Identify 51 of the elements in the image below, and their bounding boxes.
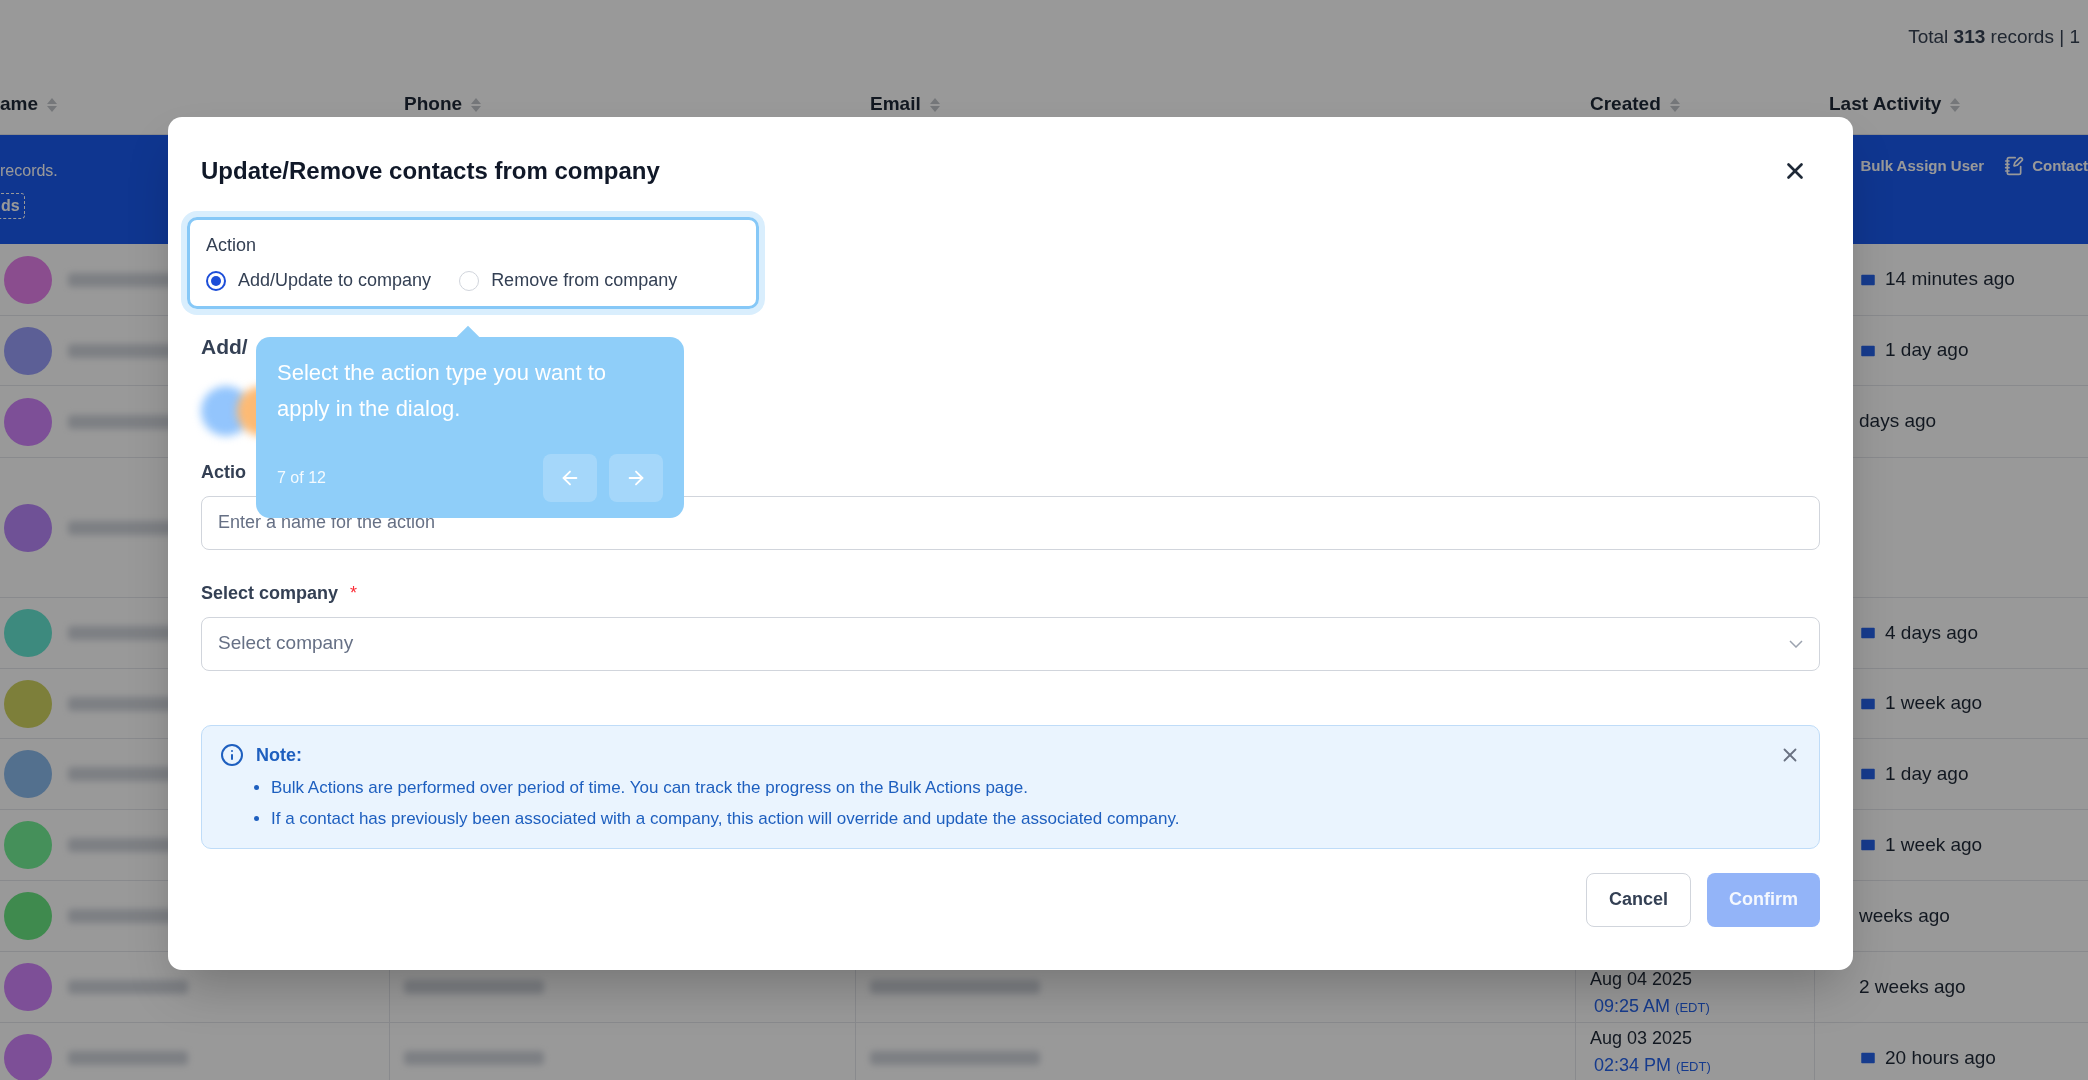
bullet-icon — [254, 816, 259, 822]
sort-icon[interactable] — [928, 96, 941, 113]
chevron-icon — [1789, 639, 1803, 648]
last-activity: 14 minutes ago — [1885, 267, 2015, 292]
created-date: Aug 03 2025 — [1590, 1027, 1694, 1050]
field-label: Select company — [201, 581, 339, 605]
last-activity: days ago — [1859, 409, 1937, 434]
column-header[interactable]: Email — [870, 90, 921, 119]
note-title: Note: — [256, 743, 302, 767]
created-time: 02:34 PM (EDT) — [1593, 1054, 1712, 1077]
banner-action[interactable]: Contact — [2004, 155, 2088, 178]
next-button[interactable] — [609, 454, 663, 502]
cancel-button[interactable]: Cancel — [1585, 872, 1691, 927]
step-counter: 7 of 12 — [277, 468, 326, 488]
section-heading: Add/ — [201, 334, 248, 360]
column-header[interactable]: Phone — [404, 90, 463, 119]
sort-icon[interactable] — [1949, 96, 1962, 113]
column-header[interactable]: ame — [0, 90, 39, 119]
last-activity: 2 weeks ago — [1859, 974, 1966, 999]
action-label: Action — [206, 234, 258, 257]
sort-icon[interactable] — [1668, 96, 1681, 113]
created-date: Aug 04 2025 — [1590, 968, 1694, 991]
records-total: Total 313 records | 1 — [1908, 25, 2080, 50]
column-header[interactable]: Created — [1590, 90, 1661, 119]
bullet-icon — [254, 784, 259, 790]
last-activity: 1 day ago — [1885, 761, 1969, 786]
sort-icon[interactable] — [46, 96, 59, 113]
select-field[interactable]: Select company — [201, 616, 1820, 671]
banner-button[interactable]: ds — [0, 193, 25, 219]
radio-option[interactable]: Add/Update to company — [206, 267, 432, 294]
last-activity: 20 hours ago — [1885, 1045, 1996, 1070]
required-mark: * — [350, 581, 358, 605]
note-item: If a contact has previously been associated with a company, this action will override and update the associated company. — [271, 808, 1180, 830]
radio-option[interactable]: Remove from company — [459, 267, 678, 294]
sort-icon[interactable] — [470, 96, 483, 113]
last-activity: weeks ago — [1859, 903, 1950, 928]
last-activity: 1 week ago — [1885, 832, 1983, 857]
created-time: 09:25 AM (EDT) — [1593, 995, 1711, 1018]
field-label: Actio — [201, 460, 246, 484]
column-header[interactable]: Last Activity — [1829, 90, 1942, 119]
tooltip-text: Select the action type you want to apply in the dialog. — [277, 359, 607, 423]
last-activity: 4 days ago — [1885, 620, 1978, 645]
note-item: Bulk Actions are performed over period of time. You can track the progress on the Bulk Actions page. — [271, 776, 1028, 799]
radio-button[interactable] — [206, 270, 226, 291]
info-icon — [220, 743, 244, 767]
last-activity: 1 week ago — [1885, 691, 1983, 716]
note-icon — [2004, 156, 2025, 177]
dialog-title: Update/Remove contacts from company — [201, 156, 660, 186]
previous-button[interactable] — [543, 454, 597, 502]
last-activity: 1 day ago — [1885, 338, 1969, 363]
banner-text: records. — [0, 161, 58, 181]
